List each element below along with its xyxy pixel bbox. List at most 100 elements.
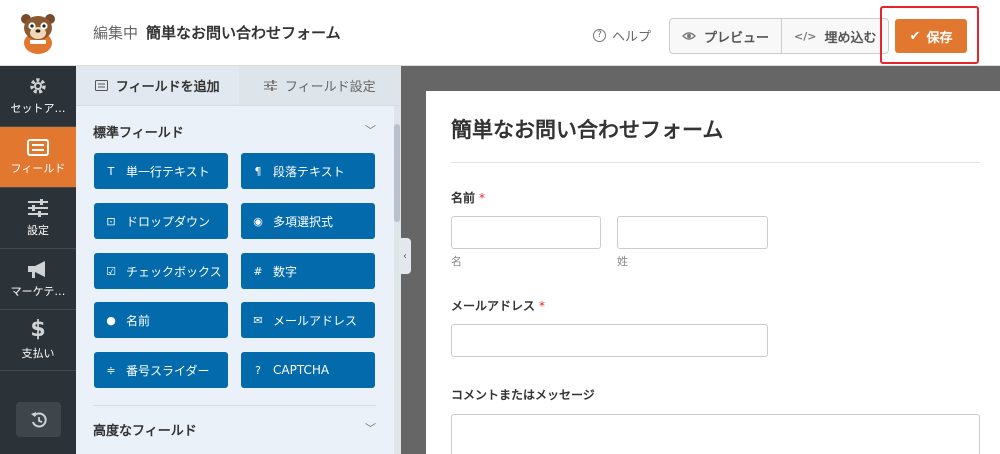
- field-button-dropdown[interactable]: ⊡ ドロップダウン: [94, 203, 228, 239]
- text-icon: T: [107, 164, 115, 178]
- standard-fields-header[interactable]: 標準フィールド ﹀: [93, 122, 376, 141]
- comment-textarea[interactable]: [451, 414, 980, 454]
- bear-logo-icon: [21, 14, 55, 54]
- rail-label-settings: 設定: [27, 224, 49, 237]
- gear-icon: [30, 78, 46, 94]
- email-input[interactable]: [451, 324, 768, 357]
- form-title: 簡単なお問い合わせフォーム: [451, 118, 724, 142]
- eye-icon: [682, 32, 696, 40]
- sliders-small-icon: [263, 80, 277, 91]
- form-name: 簡単なお問い合わせフォーム: [146, 24, 341, 42]
- field-button-label: ドロップダウン: [126, 214, 211, 229]
- dollar-icon: $: [30, 317, 46, 342]
- help-label: ヘルプ: [612, 30, 652, 45]
- required-mark: *: [479, 191, 486, 205]
- code-icon: </>: [794, 29, 817, 43]
- slider-icon: ≑: [106, 363, 116, 377]
- field-button-label: 段落テキスト: [273, 164, 345, 179]
- editing-label: 編集中: [93, 24, 139, 42]
- advanced-fields-title: 高度なフィールド: [93, 424, 197, 439]
- name-field-label: 名前 *: [451, 189, 485, 206]
- preview-button[interactable]: プレビュー: [670, 19, 781, 53]
- panel-scrollbar-thumb[interactable]: [394, 124, 400, 222]
- help-link[interactable]: ? ヘルプ: [593, 26, 651, 45]
- advanced-fields-header[interactable]: 高度なフィールド ﹀: [93, 420, 376, 439]
- sliders-icon: [28, 199, 48, 217]
- field-button-label: チェックボックス: [126, 264, 222, 279]
- save-button[interactable]: ✔ 保存: [895, 19, 967, 53]
- field-button-label: 数字: [273, 264, 298, 279]
- rail-label-fields: フィールド: [10, 161, 66, 175]
- email-field-label: メールアドレス *: [451, 297, 545, 314]
- embed-button[interactable]: </> 埋め込む: [781, 19, 888, 53]
- first-name-sublabel: 名: [451, 255, 462, 268]
- field-button-label: 番号スライダー: [126, 363, 210, 378]
- field-button-label: 単一行テキスト: [126, 164, 210, 179]
- field-button-label: メールアドレス: [273, 313, 358, 328]
- first-name-input[interactable]: [451, 216, 601, 249]
- breadcrumb: 編集中 簡単なお問い合わせフォーム: [93, 23, 341, 43]
- name-label-text: 名前: [451, 191, 476, 205]
- chevron-down-icon: ﹀: [365, 422, 376, 435]
- field-button-single-line-text[interactable]: T 単一行テキスト: [94, 153, 228, 189]
- form-title-divider: [451, 162, 980, 163]
- megaphone-icon: [28, 261, 45, 278]
- revisions-button[interactable]: [16, 402, 61, 437]
- embed-label: 埋め込む: [824, 30, 877, 46]
- rail-label-payments: 支払い: [21, 347, 55, 360]
- user-icon: ●: [106, 313, 116, 327]
- tab-add-fields-label: フィールドを追加: [115, 80, 220, 95]
- comment-field-label: コメントまたはメッセージ: [451, 388, 595, 402]
- field-button-email[interactable]: ✉ メールアドレス: [241, 302, 375, 338]
- field-button-paragraph-text[interactable]: ¶ 段落テキスト: [241, 153, 375, 189]
- wpforms-logo: [0, 0, 76, 66]
- tab-field-settings-label: フィールド設定: [284, 80, 376, 95]
- top-bar: 編集中 簡単なお問い合わせフォーム ? ヘルプ プレビュー </> 埋め込む ✔ …: [0, 0, 1000, 66]
- rail-item-marketing[interactable]: マーケテ…: [0, 249, 76, 310]
- checkbox-icon: ☑: [106, 264, 116, 278]
- header-button-group: プレビュー </> 埋め込む: [669, 18, 890, 54]
- paragraph-icon: ¶: [254, 164, 262, 178]
- field-button-numbers[interactable]: # 数字: [241, 253, 375, 289]
- email-label-text: メールアドレス: [451, 299, 536, 313]
- check-icon: ✔: [909, 28, 921, 44]
- field-button-name[interactable]: ● 名前: [94, 302, 228, 338]
- fields-icon: [27, 138, 49, 156]
- rail-label-setup: セットア…: [10, 102, 66, 115]
- hash-icon: #: [253, 264, 263, 278]
- last-name-sublabel: 姓: [617, 255, 628, 268]
- tab-field-settings[interactable]: フィールド設定: [238, 66, 401, 105]
- section-divider: [93, 405, 376, 406]
- envelope-icon: ✉: [253, 313, 263, 327]
- field-button-number-slider[interactable]: ≑ 番号スライダー: [94, 352, 228, 388]
- field-button-captcha[interactable]: ? CAPTCHA: [241, 352, 375, 388]
- required-mark: *: [539, 299, 546, 313]
- history-icon: [30, 411, 47, 427]
- help-icon: ?: [593, 29, 606, 42]
- rail-item-settings[interactable]: 設定: [0, 188, 76, 249]
- save-label: 保存: [926, 30, 953, 46]
- standard-fields-title: 標準フィールド: [93, 126, 184, 141]
- field-button-multiple-choice[interactable]: ◉ 多項選択式: [241, 203, 375, 239]
- fields-panel: フィールドを追加 フィールド設定 標準フィールド ﹀ T 単一行テキスト ¶ 段…: [76, 66, 401, 454]
- dropdown-icon: ⊡: [106, 214, 116, 228]
- field-button-label: CAPTCHA: [273, 363, 330, 377]
- collapse-panel-handle[interactable]: ‹: [399, 238, 411, 274]
- chevron-down-icon: ﹀: [365, 124, 376, 137]
- question-icon: ?: [255, 363, 261, 377]
- field-button-label: 名前: [126, 313, 151, 328]
- last-name-input[interactable]: [617, 216, 768, 249]
- radio-icon: ◉: [253, 214, 263, 228]
- panel-tabs: フィールドを追加 フィールド設定: [76, 66, 401, 106]
- tab-add-fields[interactable]: フィールドを追加: [76, 66, 239, 105]
- rail-item-setup[interactable]: セットア…: [0, 66, 76, 127]
- rail-item-fields[interactable]: フィールド: [0, 127, 76, 188]
- list-icon: [94, 80, 108, 91]
- rail-item-payments[interactable]: $ 支払い: [0, 310, 76, 371]
- left-icon-rail: セットア… フィールド 設定 マーケテ… $ 支払い: [0, 66, 76, 454]
- preview-label: プレビュー: [704, 30, 770, 46]
- rail-label-marketing: マーケテ…: [10, 285, 66, 298]
- field-button-checkboxes[interactable]: ☑ チェックボックス: [94, 253, 228, 289]
- field-button-label: 多項選択式: [273, 214, 334, 229]
- chevron-left-icon: ‹: [403, 250, 407, 262]
